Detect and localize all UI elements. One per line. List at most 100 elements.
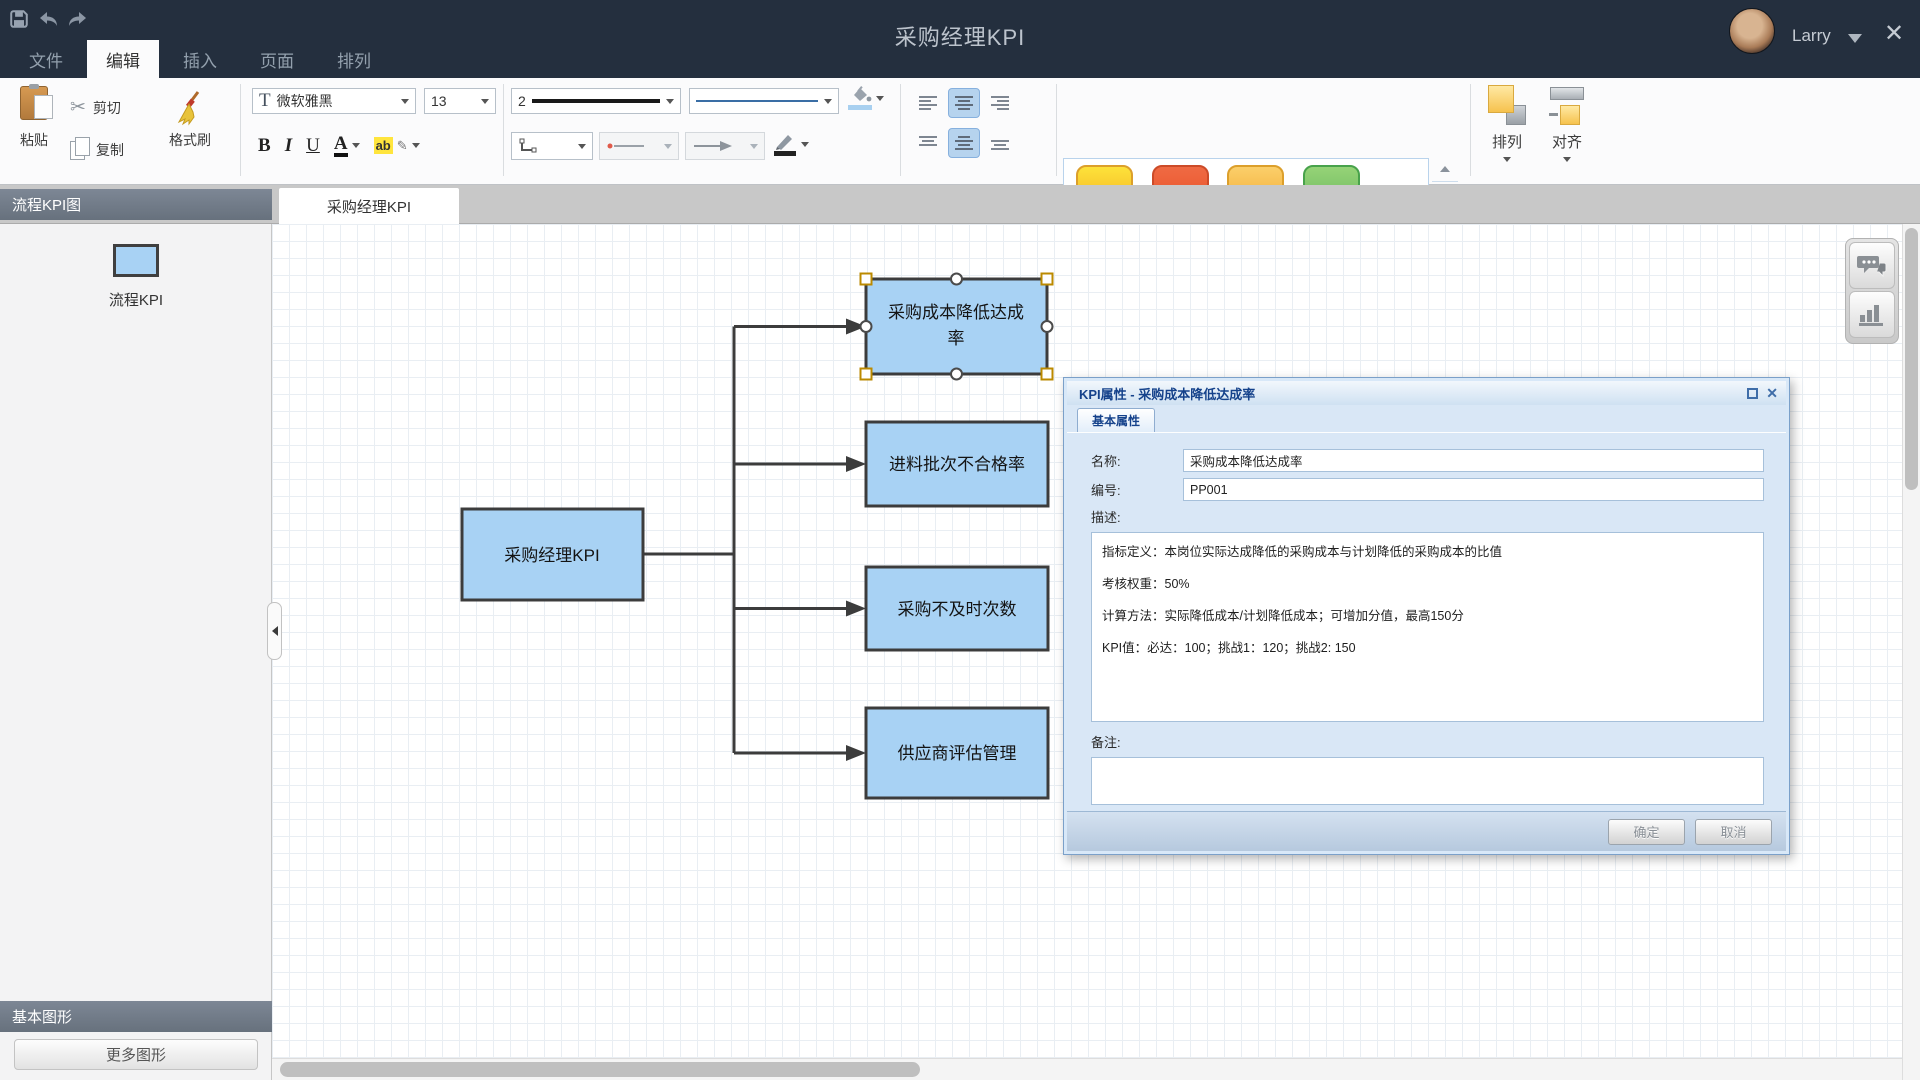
dialog-title: KPI属性 - 采购成本降低达成率 — [1079, 384, 1255, 403]
arrange-button[interactable]: 排列 — [1480, 85, 1534, 162]
name-field[interactable] — [1183, 449, 1764, 472]
line-width-select[interactable]: 2 — [511, 88, 681, 114]
comments-button[interactable] — [1849, 242, 1895, 289]
user-menu-caret-icon[interactable] — [1848, 34, 1862, 43]
fill-color-button[interactable] — [848, 86, 884, 110]
align-text-center-button[interactable] — [948, 88, 980, 118]
document-tab[interactable]: 采购经理KPI — [279, 188, 459, 224]
tab-basic-properties[interactable]: 基本属性 — [1077, 408, 1155, 432]
description-line: 考核权重：50% — [1102, 573, 1753, 592]
font-color-icon: A — [334, 134, 348, 157]
shape-label: 流程KPI — [0, 289, 272, 310]
chevron-down-icon — [876, 96, 884, 101]
line-width-preview — [532, 99, 660, 103]
cut-button[interactable]: ✂ 剪切 — [70, 96, 121, 119]
resize-handle-ne[interactable] — [1042, 274, 1053, 285]
description-line: KPI值：必达：100；挑战1：120；挑战2: 150 — [1102, 637, 1753, 656]
paste-icon — [20, 86, 48, 120]
dialog-header[interactable]: KPI属性 - 采购成本降低达成率 ✕ — [1067, 381, 1786, 405]
chevron-down-icon — [401, 99, 409, 104]
paint-bucket-icon — [848, 86, 872, 110]
arrowheads — [846, 319, 866, 762]
text-format-group: B I U A ab ✎ — [258, 134, 420, 157]
align-text-left-button[interactable] — [912, 88, 944, 118]
resize-handle-nw[interactable] — [861, 274, 872, 285]
vertical-scrollbar[interactable] — [1902, 224, 1920, 1080]
resize-handle-se[interactable] — [1042, 369, 1053, 380]
brush-icon — [177, 90, 203, 126]
line-color-button[interactable] — [774, 132, 809, 156]
align-text-middle-button[interactable] — [948, 128, 980, 158]
copy-button[interactable]: 复制 — [70, 140, 124, 160]
align-text-bottom-button[interactable] — [984, 128, 1016, 158]
node-child-1-selected[interactable] — [866, 279, 1047, 374]
chevron-down-icon — [750, 144, 758, 149]
resize-handle-sw[interactable] — [861, 369, 872, 380]
menu-tab-insert[interactable]: 插入 — [164, 40, 236, 78]
format-painter-button[interactable]: 格式刷 — [158, 90, 222, 150]
stencil-shape-process-kpi[interactable]: 流程KPI — [0, 244, 272, 310]
chevron-down-icon — [824, 99, 832, 104]
font-size-select[interactable]: 13 — [424, 88, 496, 114]
vertical-scrollbar-thumb[interactable] — [1905, 228, 1918, 490]
horizontal-scrollbar[interactable] — [272, 1058, 1920, 1080]
titlebar: 采购经理KPI 文件 编辑 插入 页面 排列 Larry ✕ — [0, 0, 1920, 78]
ok-button[interactable]: 确定 — [1608, 819, 1685, 845]
dialog-maximize-icon[interactable] — [1747, 388, 1758, 399]
chevron-down-icon — [1563, 157, 1571, 162]
line-style-select[interactable] — [689, 88, 839, 114]
align-text-top-button[interactable] — [912, 128, 944, 158]
stencil-panel-header: 流程KPI图 — [0, 189, 272, 220]
description-line: 指标定义：本岗位实际达成降低的采购成本与计划降低的采购成本的比值 — [1102, 541, 1753, 560]
arrange-shapes-icon — [1488, 85, 1526, 127]
menu-tab-arrange[interactable]: 排列 — [318, 40, 390, 78]
horizontal-scrollbar-thumb[interactable] — [280, 1062, 920, 1077]
kpi-properties-dialog: KPI属性 - 采购成本降低达成率 ✕ 基本属性 名称: 编号: 描述: — [1063, 377, 1790, 855]
font-color-button[interactable]: A — [334, 134, 360, 157]
highlight-button[interactable]: ab ✎ — [374, 137, 420, 154]
remark-field[interactable] — [1091, 757, 1764, 805]
italic-button[interactable]: I — [285, 135, 292, 157]
align-text-right-button[interactable] — [984, 88, 1016, 118]
node-child-3-label: 采购不及时次数 — [898, 600, 1017, 619]
chart-button[interactable] — [1849, 291, 1895, 338]
menu-tab-edit[interactable]: 编辑 — [87, 40, 159, 78]
connector-style-select[interactable] — [511, 132, 593, 160]
font-family-select[interactable]: T 微软雅黑 — [252, 88, 416, 114]
copy-icon — [70, 141, 85, 160]
more-shapes-button[interactable]: 更多图形 — [14, 1039, 258, 1070]
node-child-1-label-line1: 采购成本降低达成 — [888, 303, 1024, 322]
close-icon[interactable]: ✕ — [1884, 22, 1904, 46]
swatch-scroll-up-button[interactable] — [1432, 158, 1458, 182]
avatar[interactable] — [1729, 8, 1775, 54]
menu-tab-file[interactable]: 文件 — [10, 40, 82, 78]
bold-button[interactable]: B — [258, 135, 271, 157]
code-field[interactable] — [1183, 478, 1764, 501]
user-name[interactable]: Larry — [1792, 26, 1831, 46]
description-field[interactable]: 指标定义：本岗位实际达成降低的采购成本与计划降低的采购成本的比值 考核权重：50… — [1091, 532, 1764, 722]
paste-button[interactable]: 粘贴 — [8, 86, 60, 150]
underline-button[interactable]: U — [306, 135, 320, 157]
sidebar-collapse-handle[interactable] — [267, 602, 282, 660]
cancel-button[interactable]: 取消 — [1695, 819, 1772, 845]
line-dash-select[interactable] — [599, 132, 679, 160]
align-shapes-button[interactable]: 对齐 — [1540, 85, 1594, 162]
description-label: 描述: — [1091, 507, 1764, 526]
comments-icon — [1857, 254, 1887, 278]
node-child-1-label-line2: 率 — [948, 329, 965, 348]
ribbon-separator — [900, 84, 901, 176]
dialog-close-icon[interactable]: ✕ — [1766, 386, 1778, 400]
chevron-down-icon — [578, 144, 586, 149]
resize-handle-n[interactable] — [951, 274, 962, 285]
arrow-end-icon — [692, 141, 734, 151]
resize-handle-w[interactable] — [861, 321, 872, 332]
chevron-down-icon — [481, 99, 489, 104]
menu-tab-page[interactable]: 页面 — [241, 40, 313, 78]
resize-handle-s[interactable] — [951, 369, 962, 380]
chevron-down-icon — [666, 99, 674, 104]
resize-handle-e[interactable] — [1042, 321, 1053, 332]
ribbon-separator — [503, 84, 504, 176]
dialog-body: 名称: 编号: 描述: 指标定义：本岗位实际达成降低的采购成本与计划降低的采购成… — [1067, 433, 1786, 811]
arrow-style-select[interactable] — [685, 132, 765, 160]
connector-lines[interactable] — [643, 327, 848, 754]
